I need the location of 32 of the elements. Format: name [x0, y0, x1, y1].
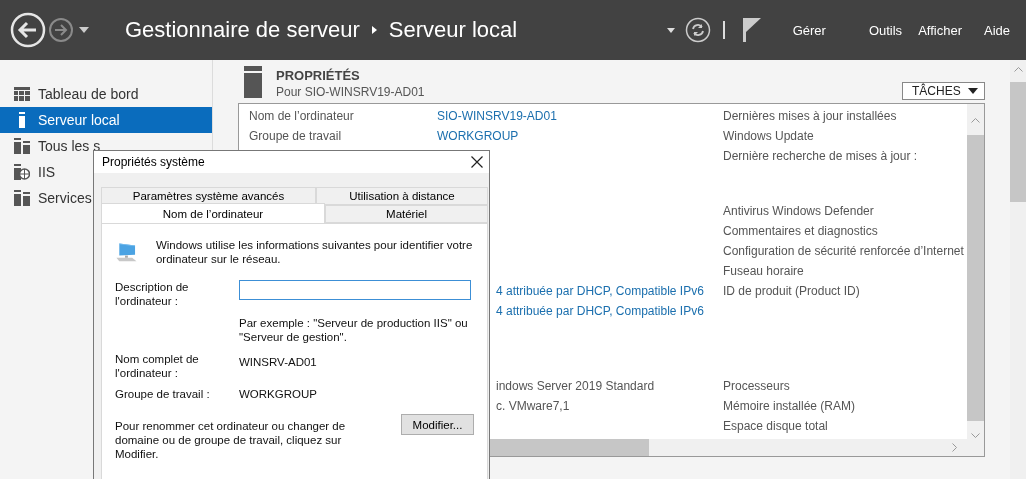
property-label: Configuration de sécurité renforcée d’Internet [723, 244, 964, 258]
property-label: Commentaires et diagnostics [723, 224, 878, 238]
property-label: Dernières mises à jour installées [723, 109, 897, 123]
rename-text: Pour renommer cet ordinateur ou changer de domaine ou de groupe de travail, cliquez sur Modifier. [115, 419, 347, 461]
section-title: PROPRIÉTÉS [276, 68, 361, 83]
section-subtitle: Pour SIO-WINSRV19-AD01 [276, 85, 426, 99]
intro-text: Windows utilise les informations suivantes pour identifier votre ordinateur sur le réseau. [155, 238, 474, 266]
property-label: Nom de l’ordinateur [249, 109, 355, 123]
property-label: ID de produit (Product ID) [723, 284, 860, 298]
property-label: Espace disque total [723, 419, 828, 433]
example-text: Par exemple : "Serveur de production IIS" ou "Serveur de gestion". [239, 316, 469, 344]
property-label: Antivirus Windows Defender [723, 204, 874, 218]
sidebar-label: Tableau de bord [38, 86, 139, 102]
property-value: indows Server 2019 Standard [495, 379, 655, 393]
sidebar-label: Serveur local [38, 112, 120, 128]
property-label: Fuseau horaire [723, 264, 804, 278]
field-label: Nom complet de l'ordinateur : [115, 352, 200, 380]
field-value: WORKGROUP [239, 387, 318, 401]
property-label: Windows Update [723, 129, 814, 143]
property-label: Groupe de travail [249, 129, 343, 143]
breadcrumb-text: Serveur local [388, 17, 518, 43]
field-label: Description de l'ordinateur : [115, 280, 190, 308]
sidebar-label: Services [38, 190, 92, 206]
dialog-title: Propriétés système [102, 155, 205, 169]
property-label: Dernière recherche de mises à jour : [723, 149, 918, 163]
property-value: c. VMware7,1 [495, 399, 570, 413]
field-label: Groupe de travail : [115, 387, 211, 401]
field-value: WINSRV-AD01 [239, 355, 318, 369]
property-label: Mémoire installée (RAM) [723, 399, 856, 413]
breadcrumb-text: Gestionnaire de serveur [125, 17, 360, 43]
property-label: Processeurs [723, 379, 790, 393]
sidebar-label: IIS [38, 164, 56, 180]
